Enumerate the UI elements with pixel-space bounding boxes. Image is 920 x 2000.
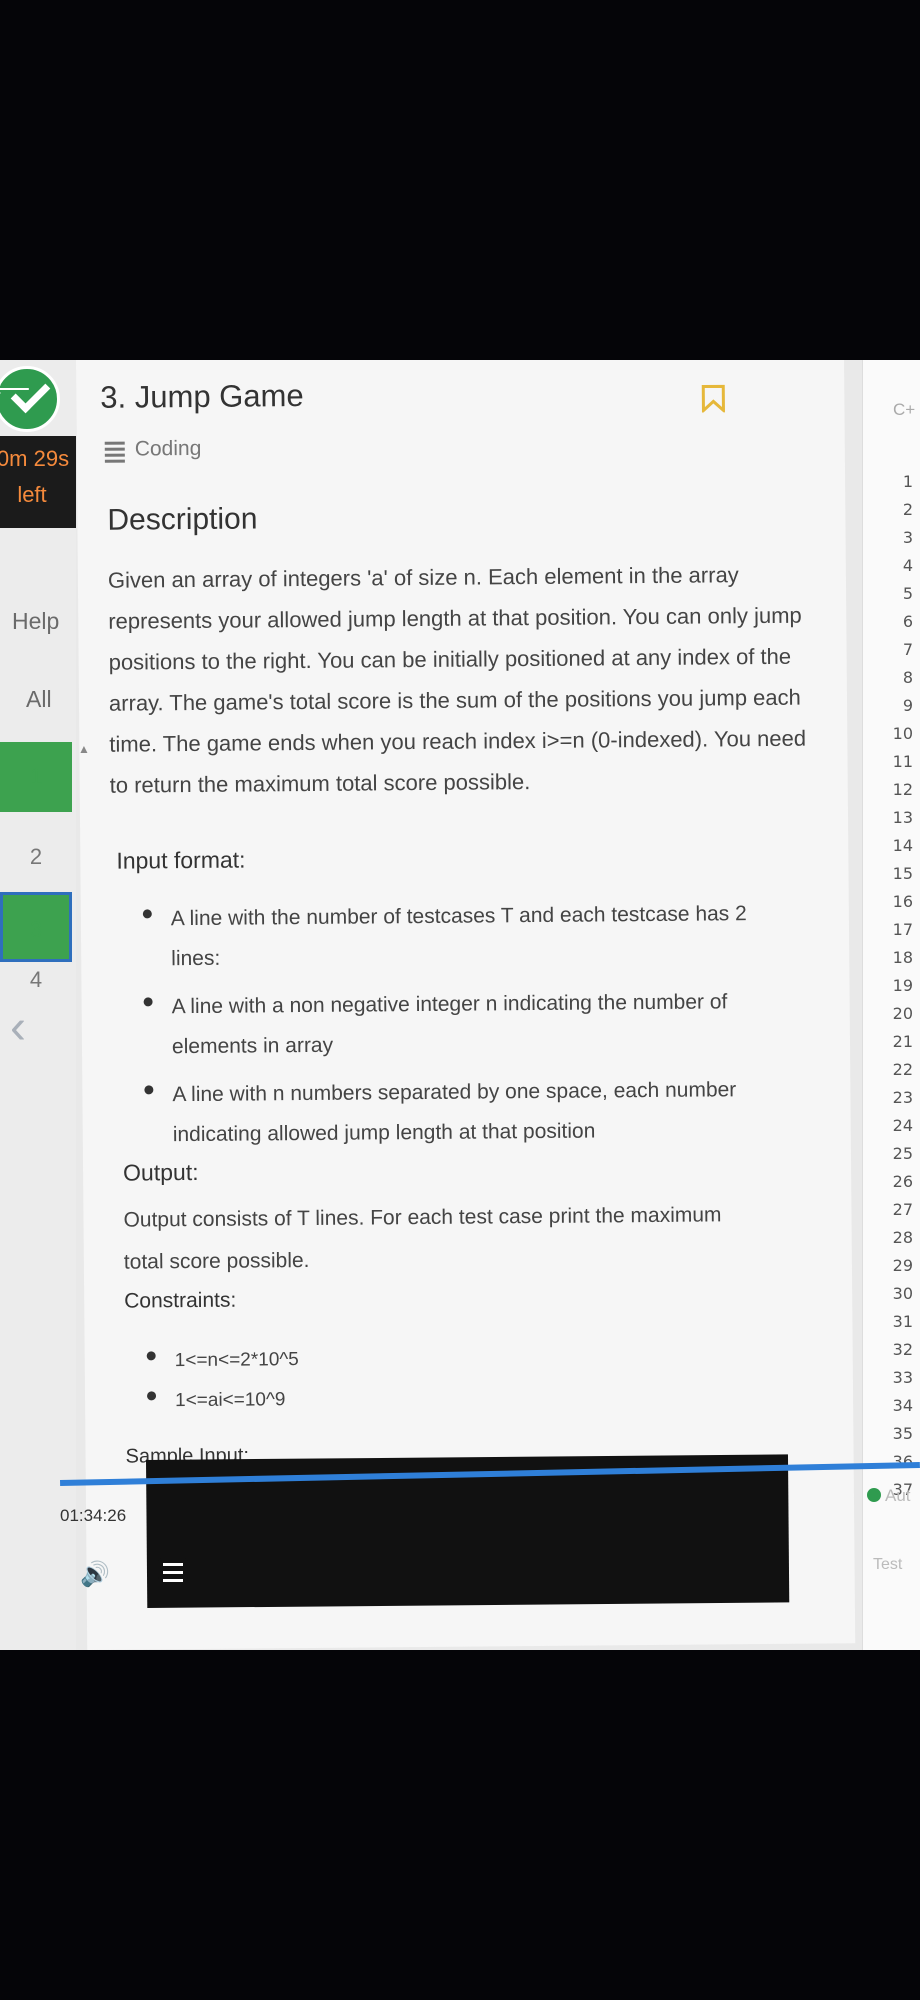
line-number: 18	[892, 948, 913, 967]
all-questions-link[interactable]: All	[26, 686, 52, 713]
line-number: 14	[892, 836, 913, 855]
autosave-status-icon	[867, 1488, 881, 1502]
line-number: 5	[902, 584, 913, 603]
line-number: 28	[892, 1228, 913, 1247]
timer-value: 0m 29s	[0, 446, 70, 471]
autosave-label: Aut	[885, 1486, 911, 1505]
list-item: A line with a non negative integer n ind…	[137, 982, 778, 1068]
line-number: 4	[902, 556, 913, 575]
list-item: A line with n numbers separated by one s…	[138, 1070, 779, 1156]
line-number: 19	[892, 976, 913, 995]
line-number: 8	[902, 668, 913, 687]
timer-label: left	[17, 482, 47, 507]
list-item: A line with the number of testcases T an…	[137, 894, 778, 980]
problem-title: 3. Jump Game	[100, 378, 304, 415]
question-tile-4[interactable]: 4	[0, 960, 72, 1000]
line-number: 2	[902, 500, 913, 519]
line-number: 10	[892, 724, 913, 743]
input-format-list: A line with the number of testcases T an…	[137, 894, 779, 1156]
constraints-heading: Constraints:	[124, 1288, 237, 1313]
line-number: 32	[892, 1340, 913, 1359]
line-number: 31	[892, 1312, 913, 1331]
help-link[interactable]: Help	[12, 608, 59, 635]
language-selector[interactable]: C+	[893, 400, 915, 420]
line-number: 6	[902, 612, 913, 631]
line-number: 13	[892, 808, 913, 827]
problem-category: Coding	[134, 436, 202, 461]
elapsed-time: 01:34:26	[60, 1506, 127, 1525]
line-number: 26	[892, 1172, 913, 1191]
line-number: 21	[892, 1032, 913, 1051]
list-item: 1<=ai<=10^9	[141, 1380, 299, 1421]
constraints-list: 1<=n<=2*10^5 1<=ai<=10^9	[141, 1340, 300, 1421]
question-tile-3[interactable]: 3	[0, 892, 72, 962]
line-number: 20	[892, 1004, 913, 1023]
line-number: 11	[892, 752, 913, 771]
line-number: 30	[892, 1284, 913, 1303]
line-number: 34	[892, 1396, 913, 1415]
line-number: 25	[892, 1144, 913, 1163]
tests-tab[interactable]: Test	[873, 1556, 902, 1574]
line-number: 17	[892, 920, 913, 939]
line-number: 27	[892, 1200, 913, 1219]
line-number: 33	[892, 1368, 913, 1387]
output-text: Output consists of T lines. For each tes…	[123, 1203, 722, 1274]
speaker-icon[interactable]: 🔊	[80, 1560, 110, 1589]
line-number-gutter: 1 2 3 4 5 6 7 8 9 10 11 12 13 14 15 16 17 18 19 20 21 22 23 24 2…	[893, 468, 913, 1504]
line-number: 12	[892, 780, 913, 799]
line-number: 35	[892, 1424, 913, 1443]
line-number: 16	[892, 892, 913, 911]
question-sidebar: ⟵ 0m 29s left Help All 1 2 3 4 ‹	[0, 360, 76, 1650]
line-number: 9	[902, 696, 913, 715]
line-number: 22	[892, 1060, 913, 1079]
back-button[interactable]: ⟵	[0, 366, 60, 432]
code-editor[interactable]: C+ 1 2 3 4 5 6 7 8 9 10 11 12 13 14 15 16 17 18 19 20 21 22 23…	[862, 360, 920, 1650]
description-text: Given an array of integers 'a' of size n…	[107, 562, 807, 798]
line-number: 15	[892, 864, 913, 883]
time-remaining: 0m 29s left	[0, 436, 76, 528]
input-format-heading: Input format:	[116, 846, 246, 874]
line-number: 24	[892, 1116, 913, 1135]
output-heading: Output:	[122, 1158, 199, 1186]
description-heading: Description	[107, 502, 258, 537]
app-screen: ⟵ 0m 29s left Help All 1 2 3 4 ‹ 3. Jump…	[0, 360, 920, 1650]
collapse-chevron-icon[interactable]: ‹	[10, 1000, 26, 1055]
chat-icon[interactable]	[158, 1558, 188, 1582]
list-icon	[104, 441, 125, 466]
line-number: 29	[892, 1256, 913, 1275]
bookmark-icon[interactable]	[700, 384, 726, 413]
line-number: 23	[892, 1088, 913, 1107]
line-number: 3	[902, 528, 913, 547]
line-number: 1	[902, 472, 913, 491]
list-item: 1<=n<=2*10^5	[141, 1340, 299, 1381]
line-number: 7	[902, 640, 913, 659]
question-tile-1[interactable]: 1	[0, 742, 72, 812]
question-tile-2[interactable]: 2	[0, 822, 72, 892]
sidebar-scroll-up-icon[interactable]: ▲	[78, 742, 90, 756]
